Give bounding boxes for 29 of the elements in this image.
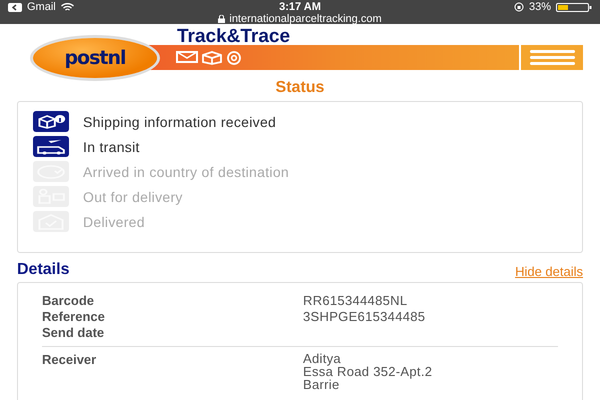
step-label: Shipping information received <box>83 114 276 130</box>
back-icon[interactable] <box>8 2 22 12</box>
lock-icon <box>218 14 226 22</box>
step-label: Out for delivery <box>83 188 183 204</box>
status-heading: Status <box>274 79 326 97</box>
url-address[interactable]: internationalparceltracking.com <box>229 12 382 24</box>
battery-percent: 33% <box>528 1 551 13</box>
postnl-logo[interactable]: postnl <box>33 38 157 78</box>
address-line: Aditya <box>303 352 342 365</box>
clock-time: 3:17 AM <box>279 1 321 13</box>
field-label: Reference <box>42 309 106 325</box>
field-label: Send date <box>42 325 106 341</box>
envelope-icon[interactable] <box>176 50 198 62</box>
field-label: Receiver <box>42 352 98 369</box>
address-line: Essa Road 352-Apt.2 <box>303 365 434 378</box>
details-heading: Details <box>17 261 70 279</box>
address-line: Barrie <box>303 378 340 391</box>
field-label: Barcode <box>42 293 96 309</box>
field-value: RR615344485NL <box>303 293 408 309</box>
step-label: Delivered <box>83 214 145 230</box>
back-app-label[interactable]: Gmail <box>27 1 56 13</box>
site-title: Track&Trace <box>177 26 290 48</box>
wifi-icon <box>60 2 74 12</box>
battery-icon <box>556 2 592 12</box>
step-label: Arrived in country of destination <box>83 164 290 180</box>
box-icon[interactable] <box>202 50 222 64</box>
step-label: In transit <box>83 138 140 154</box>
rotation-lock-icon <box>514 2 524 12</box>
field-value: 3SHPGE615344485 <box>303 309 426 325</box>
